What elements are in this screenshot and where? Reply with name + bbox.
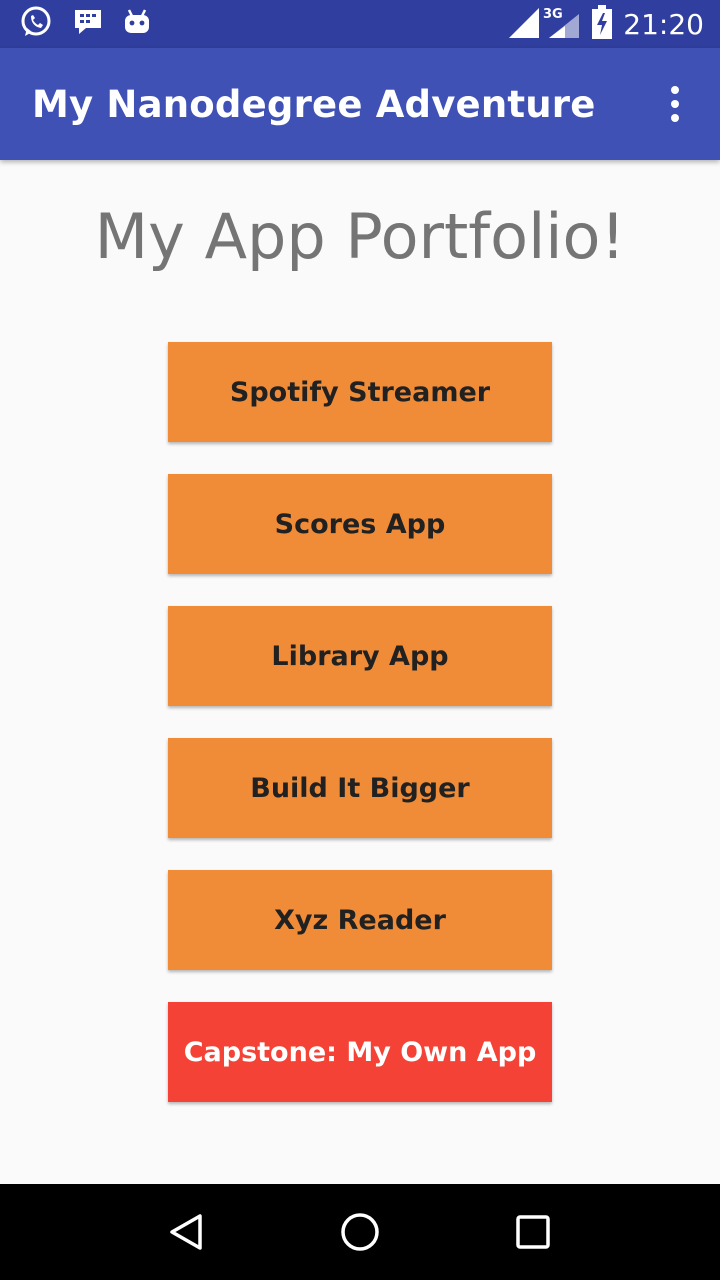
recents-icon[interactable] bbox=[493, 1192, 573, 1272]
bbm-icon bbox=[72, 6, 104, 43]
battery-charging-icon bbox=[591, 4, 613, 44]
overflow-menu-icon[interactable] bbox=[660, 82, 690, 126]
status-bar: 3G 21:20 bbox=[0, 0, 720, 48]
system-icons: 3G 21:20 bbox=[509, 4, 720, 45]
back-icon[interactable] bbox=[147, 1192, 227, 1272]
home-icon[interactable] bbox=[320, 1192, 400, 1272]
navigation-bar bbox=[0, 1184, 720, 1280]
app-bar: My Nanodegree Adventure bbox=[0, 48, 720, 160]
notification-icons bbox=[0, 4, 152, 45]
app-title: My Nanodegree Adventure bbox=[32, 82, 596, 126]
spotify-streamer-button[interactable]: Spotify Streamer bbox=[168, 342, 552, 442]
xyz-reader-button[interactable]: Xyz Reader bbox=[168, 870, 552, 970]
status-time: 21:20 bbox=[623, 7, 704, 41]
library-app-button[interactable]: Library App bbox=[168, 606, 552, 706]
build-it-bigger-button[interactable]: Build It Bigger bbox=[168, 738, 552, 838]
page-title: My App Portfolio! bbox=[94, 200, 626, 273]
network-type: 3G bbox=[543, 7, 563, 22]
main-content: My App Portfolio! Spotify Streamer Score… bbox=[0, 160, 720, 1184]
scores-app-button[interactable]: Scores App bbox=[168, 474, 552, 574]
whatsapp-icon bbox=[18, 4, 54, 45]
signal-icon: 3G bbox=[509, 4, 581, 45]
capstone-button[interactable]: Capstone: My Own App bbox=[168, 1002, 552, 1102]
android-icon bbox=[122, 6, 152, 43]
